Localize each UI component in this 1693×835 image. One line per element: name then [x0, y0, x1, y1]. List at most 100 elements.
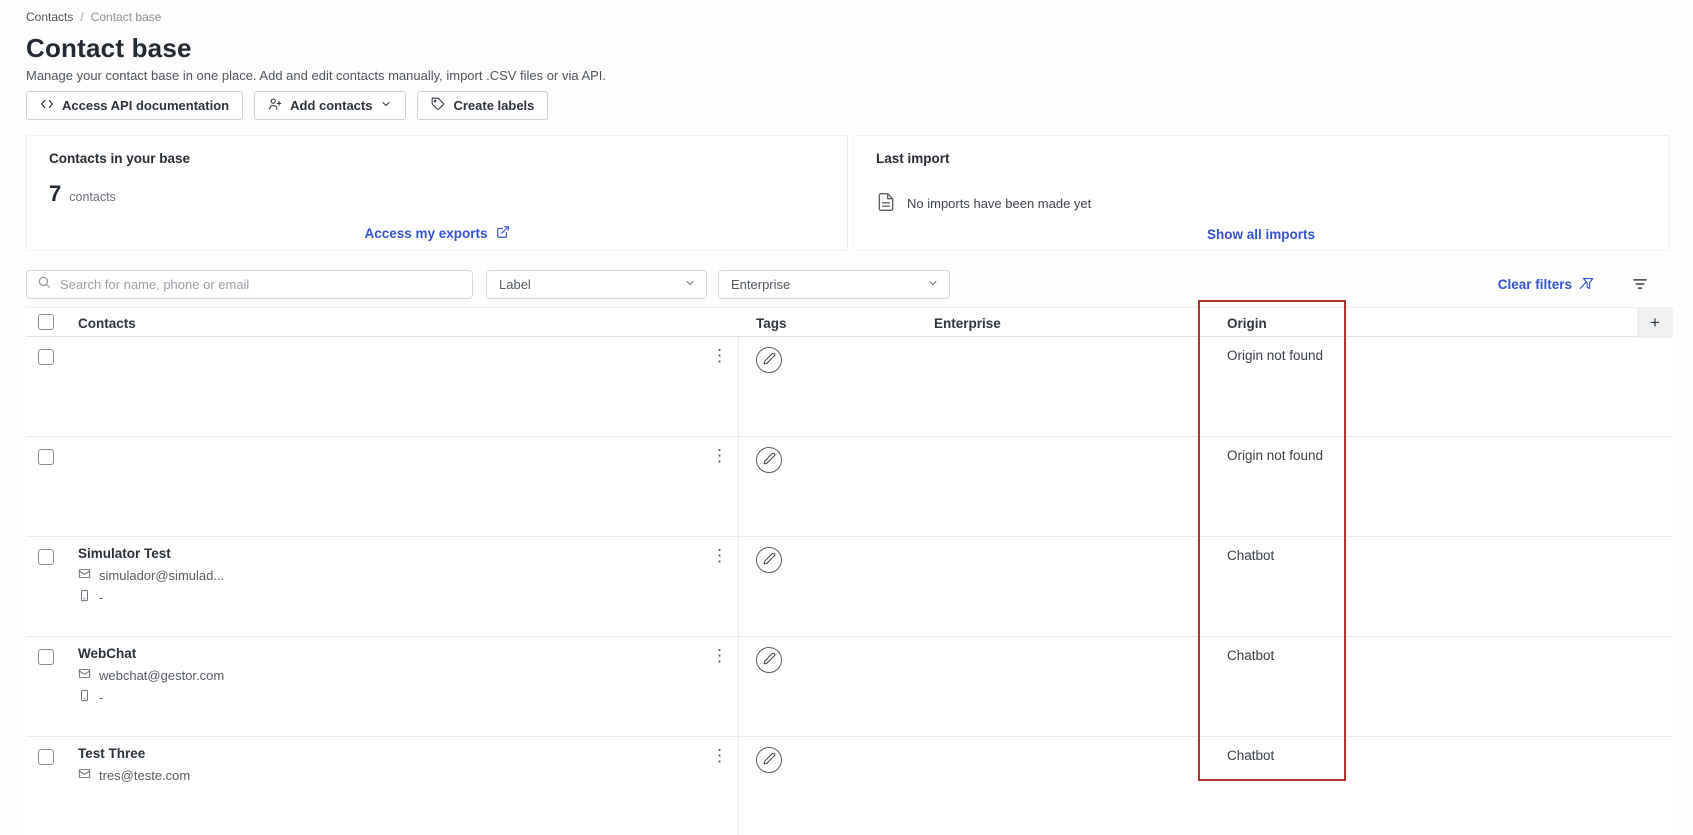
contact-name: Simulator Test	[78, 546, 171, 561]
export-icon	[496, 225, 510, 242]
table-row: ⋮ Origin not found	[26, 437, 1673, 537]
filter-bar: Label Enterprise Clear filters	[26, 270, 1667, 299]
contact-name: Test Three	[78, 746, 146, 761]
enterprise-cell	[920, 637, 1198, 736]
enterprise-cell	[920, 737, 1198, 835]
breadcrumb: Contacts / Contact base	[26, 10, 1693, 24]
origin-column-header: Origin	[1227, 315, 1267, 331]
row-menu-button[interactable]: ⋮	[709, 545, 730, 566]
table-row: Simulator Test simulador@simulad... - ⋮ …	[26, 537, 1673, 637]
enterprise-select-value: Enterprise	[731, 277, 791, 292]
table-row: ⋮ Origin not found	[26, 337, 1673, 437]
document-icon	[876, 192, 896, 215]
search-input[interactable]	[60, 277, 462, 292]
enterprise-column-header: Enterprise	[934, 315, 1001, 331]
contacts-card-title: Contacts in your base	[49, 151, 191, 166]
contacts-count-row: 7 contacts	[49, 181, 825, 207]
clear-filters-button[interactable]: Clear filters	[1498, 276, 1594, 294]
label-select[interactable]: Label	[486, 270, 707, 299]
enterprise-cell	[920, 437, 1198, 536]
phone-icon	[78, 589, 91, 605]
pencil-icon	[763, 752, 776, 768]
filter-icon	[1631, 278, 1649, 296]
edit-tags-button[interactable]	[756, 647, 782, 673]
contacts-cell: Test Three tres@teste.com ⋮	[72, 737, 739, 835]
contact-base-page: Contacts / Contact base Contact base Man…	[0, 0, 1693, 835]
edit-tags-button[interactable]	[756, 447, 782, 473]
contact-email: webchat@gestor.com	[99, 667, 225, 683]
contact-phone: -	[99, 689, 104, 705]
contact-name: WebChat	[78, 646, 137, 661]
add-column-button[interactable]: +	[1637, 308, 1673, 338]
contacts-count: 7	[49, 181, 62, 206]
contact-email: tres@teste.com	[99, 767, 191, 783]
origin-cell: Chatbot	[1227, 748, 1275, 763]
row-checkbox[interactable]	[38, 349, 54, 365]
breadcrumb-contacts[interactable]: Contacts	[26, 10, 73, 24]
breadcrumb-current: Contact base	[90, 10, 162, 24]
summary-cards: Contacts in your base 7 contacts Access …	[26, 135, 1693, 251]
filter-icon-button[interactable]	[1630, 275, 1650, 295]
last-import-card: Last import No imports have been made ye…	[853, 135, 1669, 251]
row-checkbox[interactable]	[38, 549, 54, 565]
tag-icon	[431, 97, 445, 114]
table-row: Test Three tres@teste.com ⋮ Chatbot	[26, 737, 1673, 835]
access-exports-label: Access my exports	[364, 226, 488, 241]
table-header: Contacts Tags Enterprise Origin +	[26, 307, 1673, 338]
contacts-cell: WebChat webchat@gestor.com - ⋮	[72, 637, 739, 736]
pencil-icon	[763, 452, 776, 468]
add-contacts-button[interactable]: Add contacts	[254, 91, 407, 120]
row-menu-button[interactable]: ⋮	[709, 445, 730, 466]
edit-tags-button[interactable]	[756, 347, 782, 373]
enterprise-cell	[920, 537, 1198, 636]
search-input-wrapper	[26, 270, 473, 299]
row-menu-button[interactable]: ⋮	[709, 645, 730, 666]
create-labels-button[interactable]: Create labels	[417, 91, 549, 120]
no-imports-message: No imports have been made yet	[907, 196, 1092, 211]
contact-email: simulador@simulad...	[99, 567, 225, 583]
origin-cell: Origin not found	[1227, 448, 1324, 463]
page-subtitle: Manage your contact base in one place. A…	[26, 68, 607, 83]
search-icon	[37, 275, 51, 294]
access-exports-link[interactable]: Access my exports	[364, 225, 509, 242]
no-imports-row: No imports have been made yet	[876, 192, 1646, 215]
chevron-down-icon	[684, 277, 696, 292]
access-api-docs-button[interactable]: Access API documentation	[26, 91, 244, 120]
chevron-down-icon	[927, 277, 939, 292]
label-select-value: Label	[499, 277, 531, 292]
page-title: Contact base	[26, 33, 192, 63]
create-labels-label: Create labels	[453, 98, 535, 113]
toolbar: Access API documentation Add contacts Cr…	[26, 91, 1693, 120]
contacts-column-header: Contacts	[78, 315, 136, 331]
email-icon	[78, 667, 91, 683]
api-icon	[40, 97, 54, 114]
select-all-checkbox[interactable]	[38, 313, 54, 330]
origin-cell: Chatbot	[1227, 548, 1275, 563]
access-api-docs-label: Access API documentation	[62, 98, 230, 113]
enterprise-cell	[920, 337, 1198, 436]
select-all-cell	[26, 313, 72, 333]
table-row: WebChat webchat@gestor.com - ⋮ Chatbot	[26, 637, 1673, 737]
breadcrumb-separator: /	[80, 10, 84, 24]
row-menu-button[interactable]: ⋮	[709, 345, 730, 366]
edit-tags-button[interactable]	[756, 547, 782, 573]
row-checkbox[interactable]	[38, 749, 54, 765]
person-add-icon	[268, 97, 282, 114]
show-all-imports-link[interactable]: Show all imports	[1207, 227, 1315, 242]
last-import-title: Last import	[876, 151, 950, 166]
row-checkbox[interactable]	[38, 649, 54, 665]
pencil-icon	[763, 652, 776, 668]
contacts-count-unit: contacts	[69, 190, 116, 204]
enterprise-select[interactable]: Enterprise	[718, 270, 950, 299]
pencil-icon	[763, 352, 776, 368]
contacts-table: Contacts Tags Enterprise Origin + ⋮ Orig…	[26, 307, 1673, 835]
tags-column-header: Tags	[756, 315, 787, 331]
row-menu-button[interactable]: ⋮	[709, 745, 730, 766]
chevron-down-icon	[380, 98, 392, 113]
contacts-cell: Simulator Test simulador@simulad... - ⋮	[72, 537, 739, 636]
edit-tags-button[interactable]	[756, 747, 782, 773]
clear-filter-icon	[1579, 276, 1594, 294]
add-contacts-label: Add contacts	[290, 98, 373, 113]
show-all-imports-label: Show all imports	[1206, 227, 1315, 242]
row-checkbox[interactable]	[38, 449, 54, 465]
